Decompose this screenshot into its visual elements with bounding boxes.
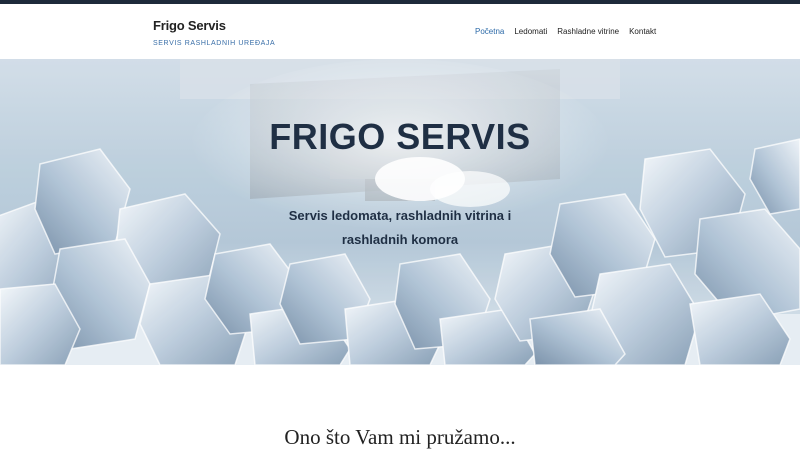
hero-subtitle: Servis ledomata, rashladnih vitrina i ra… (0, 204, 800, 252)
site-tagline: SERVIS RASHLADNIH UREĐAJA (153, 40, 276, 47)
main-navigation: Početna Ledomati Rashladne vitrine Konta… (475, 27, 656, 36)
nav-item-rashladne-vitrine[interactable]: Rashladne vitrine (557, 27, 619, 36)
hero-subtitle-line-1: Servis ledomata, rashladnih vitrina i (288, 208, 512, 223)
hero-banner: FRIGO SERVIS Servis ledomata, rashladnih… (0, 59, 800, 365)
nav-item-pocetna[interactable]: Početna (475, 27, 504, 36)
nav-item-ledomati[interactable]: Ledomati (514, 27, 547, 36)
site-title[interactable]: Frigo Servis (153, 18, 226, 33)
hero-title: FRIGO SERVIS (269, 116, 531, 157)
site-header: Frigo Servis SERVIS RASHLADNIH UREĐAJA P… (0, 4, 800, 59)
hero-subtitle-line-2: rashladnih komora (341, 232, 459, 247)
services-section-heading: Ono što Vam mi pružamo... (284, 425, 516, 449)
nav-item-kontakt[interactable]: Kontakt (629, 27, 656, 36)
